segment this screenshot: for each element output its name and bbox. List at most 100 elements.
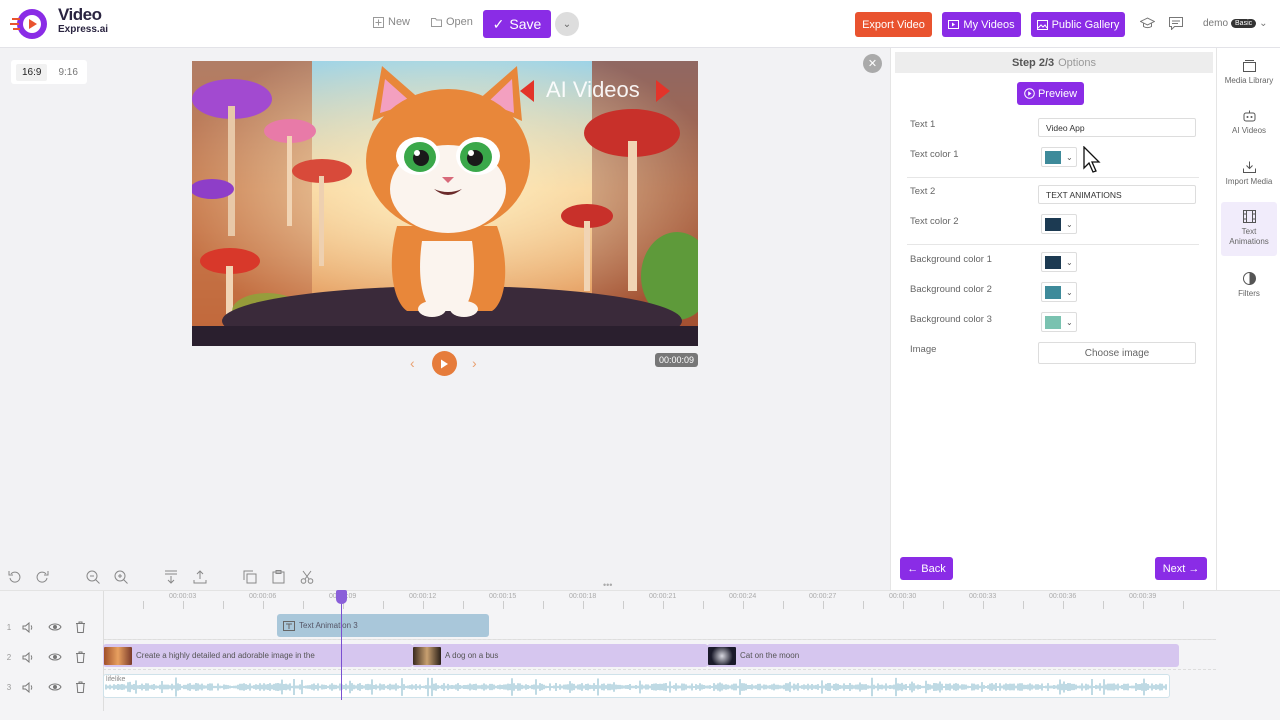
prev-frame-button[interactable]: ‹ [410, 355, 415, 371]
my-videos-button[interactable]: My Videos [942, 12, 1021, 37]
check-icon: ✓ [492, 15, 505, 32]
trash-icon[interactable] [75, 681, 86, 693]
tick-label: 00:00:03 [169, 593, 197, 600]
user-menu[interactable]: demo Basic ⌄ [1203, 18, 1268, 29]
resize-handle[interactable]: ••• [603, 580, 612, 590]
copy-icon[interactable] [243, 570, 257, 584]
eye-icon[interactable] [48, 652, 62, 662]
video-preview[interactable]: AI Videos [192, 61, 698, 346]
tick-label: 00:00:15 [489, 593, 517, 600]
tick-mark [463, 601, 464, 609]
sidebar-item-ai-videos[interactable]: AI Videos [1221, 110, 1277, 146]
save-options-button[interactable]: ⌄ [555, 12, 579, 36]
sidebar-label: Import Media [1225, 177, 1273, 186]
ratio-16-9[interactable]: 16:9 [16, 63, 48, 81]
upload-icon[interactable] [193, 570, 207, 584]
next-frame-button[interactable]: › [472, 355, 477, 371]
text-color1-picker[interactable]: ⌄ [1041, 147, 1077, 167]
bg-color3-label: Background color 3 [910, 314, 992, 325]
sidebar-item-media-library[interactable]: Media Library [1221, 60, 1277, 96]
graduation-cap-icon[interactable] [1140, 17, 1155, 30]
sidebar-item-filters[interactable]: Filters [1221, 272, 1277, 308]
public-gallery-button[interactable]: Public Gallery [1031, 12, 1125, 37]
text2-input[interactable]: TEXT ANIMATIONS [1038, 185, 1196, 204]
ratio-9-16[interactable]: 9:16 [52, 64, 83, 81]
bg-color1-label: Background color 1 [910, 254, 992, 265]
eye-icon[interactable] [48, 682, 62, 692]
paste-icon[interactable] [272, 570, 285, 584]
bg-color1-picker[interactable]: ⌄ [1041, 252, 1077, 272]
options-panel: Step 2/3 Options Preview Text 1 Video Ap… [890, 48, 1216, 590]
play-circle-icon [1024, 88, 1035, 99]
redo-icon[interactable] [36, 570, 49, 583]
tick-label: 00:00:30 [889, 593, 917, 600]
clip-text-animation[interactable]: Text Animation 3 [277, 614, 489, 637]
bg-color2-label: Background color 2 [910, 284, 992, 295]
user-name: demo [1203, 18, 1229, 29]
tick-mark [543, 601, 544, 609]
trash-icon[interactable] [75, 621, 86, 633]
step-indicator: Step 2/3 Options [895, 52, 1213, 73]
chevron-down-icon: ⌄ [1066, 317, 1073, 327]
sidebar-item-import-media[interactable]: Import Media [1221, 161, 1277, 197]
track-controls-3: 3 [0, 672, 103, 702]
chevron-down-icon: ⌄ [1066, 257, 1073, 267]
volume-icon[interactable] [22, 621, 34, 633]
sidebar-item-text-animations[interactable]: Text Animations [1221, 202, 1277, 256]
chevron-down-icon: ⌄ [1066, 152, 1073, 162]
preview-label: Preview [1037, 87, 1078, 100]
clip-audio[interactable]: lifelike [103, 674, 1170, 698]
volume-icon[interactable] [22, 681, 34, 693]
bg-color2-picker[interactable]: ⌄ [1041, 282, 1077, 302]
play-button[interactable] [432, 351, 457, 376]
preview-button[interactable]: Preview [1017, 82, 1084, 105]
text-color2-picker[interactable]: ⌄ [1041, 214, 1077, 234]
sidebar-label: Media Library [1224, 76, 1274, 85]
clip-video-1[interactable]: Create a highly detailed and adorable im… [103, 644, 413, 667]
gallery-label: Public Gallery [1051, 18, 1120, 31]
open-button[interactable]: Open [431, 16, 473, 28]
tick-mark [1023, 601, 1024, 609]
playhead[interactable] [341, 590, 342, 700]
text1-input[interactable]: Video App [1038, 118, 1196, 137]
new-icon [373, 16, 384, 28]
timeline-ruler[interactable]: 00:00:0300:00:0600:00:0900:00:1200:00:15… [103, 591, 1216, 613]
save-button[interactable]: ✓ Save [483, 10, 551, 38]
save-label: Save [509, 16, 542, 32]
clip-video-2[interactable]: A dog on a bus [412, 644, 708, 667]
trash-icon[interactable] [75, 651, 86, 663]
tick-mark [143, 601, 144, 609]
color-swatch [1045, 217, 1061, 231]
new-button[interactable]: New [373, 16, 410, 28]
track-separator [103, 669, 1216, 670]
zoom-out-icon[interactable] [86, 570, 100, 584]
clip-label: A dog on a bus [445, 651, 499, 660]
clip-video-3[interactable]: Cat on the moon [707, 644, 1179, 667]
zoom-in-icon[interactable] [114, 570, 128, 584]
undo-icon[interactable] [8, 570, 21, 583]
divider [907, 244, 1199, 245]
playhead-handle[interactable] [336, 590, 347, 604]
volume-icon[interactable] [22, 651, 34, 663]
tick-mark [183, 601, 184, 609]
track-number: 3 [6, 682, 12, 692]
media-library-icon [1242, 60, 1256, 72]
choose-image-button[interactable]: Choose image [1038, 342, 1196, 364]
chat-icon[interactable] [1169, 17, 1183, 30]
step-sub: Options [1058, 56, 1097, 69]
color-swatch [1045, 255, 1061, 269]
close-button[interactable]: ✕ [863, 54, 882, 73]
next-button[interactable]: Next → [1155, 557, 1207, 580]
clip-label: Create a highly detailed and adorable im… [136, 651, 315, 660]
eye-icon[interactable] [48, 622, 62, 632]
export-video-button[interactable]: Export Video [855, 12, 932, 37]
split-down-icon[interactable] [164, 570, 178, 584]
tick-mark [303, 601, 304, 609]
bg-color3-picker[interactable]: ⌄ [1041, 312, 1077, 332]
tick-label: 00:00:21 [649, 593, 677, 600]
back-button[interactable]: ← Back [900, 557, 953, 580]
color-swatch [1045, 285, 1061, 299]
tick-mark [983, 601, 984, 609]
tick-label: 00:00:36 [1049, 593, 1077, 600]
scissors-icon[interactable] [300, 570, 314, 584]
